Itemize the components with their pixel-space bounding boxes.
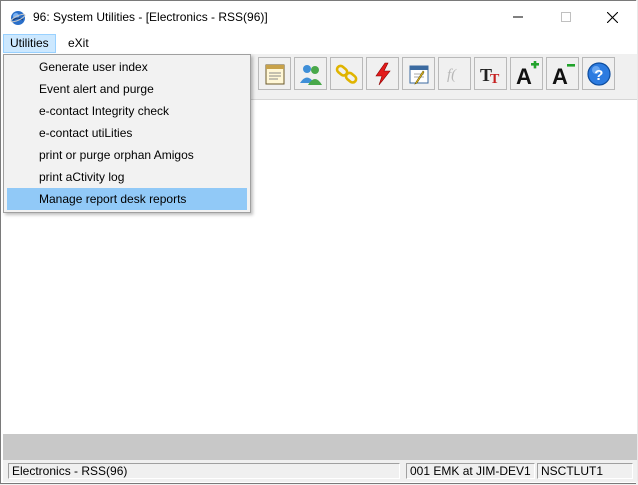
- menu-item-event-alert-purge[interactable]: Event alert and purge: [7, 78, 247, 100]
- status-panel-user: 001 EMK at JIM-DEV1: [406, 463, 535, 479]
- svg-text:A: A: [516, 64, 532, 87]
- calendar-edit-icon: [409, 65, 428, 85]
- status-bar: Electronics - RSS(96) 001 EMK at JIM-DEV…: [3, 460, 637, 482]
- font-size-icon: T T: [480, 65, 500, 86]
- toolbar-link-button[interactable]: [330, 57, 363, 90]
- svg-text:?: ?: [594, 67, 603, 84]
- menu-item-print-purge-orphan-amigos[interactable]: print or purge orphan Amigos: [7, 144, 247, 166]
- menu-item-econtact-integrity-check[interactable]: e-contact Integrity check: [7, 100, 247, 122]
- utilities-dropdown-menu: Generate user index Event alert and purg…: [3, 54, 251, 213]
- toolbar-function-button[interactable]: f(: [438, 57, 471, 90]
- svg-text:f(: f(: [447, 67, 457, 83]
- close-button[interactable]: [589, 1, 635, 33]
- app-globe-icon: [10, 11, 26, 25]
- notepad-icon: [265, 64, 284, 84]
- menu-item-generate-user-index[interactable]: Generate user index: [7, 56, 247, 78]
- toolbar-lightning-button[interactable]: [366, 57, 399, 90]
- font-decrease-icon: A: [552, 63, 575, 87]
- help-icon: ?: [586, 61, 611, 86]
- minimize-button[interactable]: [495, 1, 541, 33]
- function-icon: f(: [447, 67, 457, 83]
- app-window: 96: System Utilities - [Electronics - RS…: [0, 0, 637, 484]
- status-panel-program: NSCTLUT1: [537, 463, 633, 479]
- toolbar-font-decrease-button[interactable]: A: [546, 57, 579, 90]
- maximize-icon: [561, 12, 571, 22]
- lightning-icon: [374, 62, 391, 85]
- minimize-icon: [513, 16, 523, 18]
- menu-item-print-activity-log[interactable]: print aCtivity log: [7, 166, 247, 188]
- svg-text:A: A: [552, 64, 568, 87]
- chain-link-icon: [335, 64, 357, 84]
- close-icon: [606, 11, 618, 23]
- toolbar-calendar-button[interactable]: [402, 57, 435, 90]
- status-panel-database: Electronics - RSS(96): [8, 463, 400, 479]
- svg-text:T: T: [490, 72, 500, 86]
- toolbar-users-button[interactable]: [294, 57, 327, 90]
- footer-bar: [3, 434, 637, 460]
- toolbar-font-size-button[interactable]: T T: [474, 57, 507, 90]
- window-title: 96: System Utilities - [Electronics - RS…: [33, 10, 268, 24]
- menu-bar: Utilities eXit: [1, 33, 637, 54]
- toolbar-notepad-button[interactable]: [258, 57, 291, 90]
- menu-utilities[interactable]: Utilities: [3, 34, 56, 53]
- toolbar-font-increase-button[interactable]: A: [510, 57, 543, 90]
- menu-item-manage-report-desk-reports[interactable]: Manage report desk reports: [7, 188, 247, 210]
- font-increase-icon: A: [516, 60, 539, 87]
- menu-exit[interactable]: eXit: [62, 34, 95, 53]
- title-bar[interactable]: 96: System Utilities - [Electronics - RS…: [1, 1, 637, 33]
- menu-item-econtact-utilities[interactable]: e-contact utiLities: [7, 122, 247, 144]
- maximize-button[interactable]: [543, 1, 589, 33]
- toolbar-help-button[interactable]: ?: [582, 57, 615, 90]
- users-icon: [299, 64, 322, 85]
